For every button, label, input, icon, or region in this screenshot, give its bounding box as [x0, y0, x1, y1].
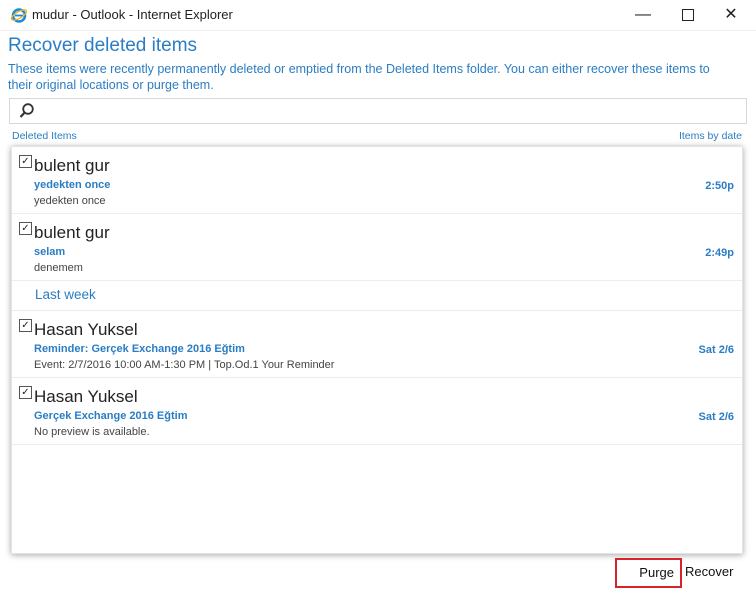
item-checkbox[interactable]: ✓ [19, 319, 32, 332]
item-sender: bulent gur [34, 223, 110, 242]
folder-label: Deleted Items [12, 130, 77, 142]
title-bar: mudur - Outlook - Internet Explorer — ✕ [0, 0, 756, 31]
item-subject: Gerçek Exchange 2016 Eğtim [34, 410, 188, 422]
list-item[interactable]: ✓ bulent gur selam denemem 2:49p [12, 214, 742, 281]
purge-button[interactable]: Purge [615, 558, 682, 588]
search-icon [19, 103, 34, 118]
group-header: Last week [12, 281, 742, 311]
item-sender: bulent gur [34, 156, 110, 175]
item-preview: Event: 2/7/2016 10:00 AM-1:30 PM | Top.O… [34, 359, 335, 371]
item-time: 2:49p [705, 247, 734, 259]
item-preview: No preview is available. [34, 426, 150, 438]
item-checkbox[interactable]: ✓ [19, 386, 32, 399]
item-checkbox[interactable]: ✓ [19, 155, 32, 168]
close-button[interactable]: ✕ [718, 3, 744, 27]
group-title: Last week [35, 287, 96, 302]
sort-dropdown[interactable]: Items by date [679, 130, 742, 142]
dialog-title: Recover deleted items [8, 35, 198, 56]
item-sender: Hasan Yuksel [34, 320, 138, 339]
item-sender: Hasan Yuksel [34, 387, 138, 406]
item-subject: yedekten once [34, 179, 111, 191]
deleted-items-list: ✓ bulent gur yedekten once yedekten once… [11, 146, 743, 554]
list-item[interactable]: ✓ bulent gur yedekten once yedekten once… [12, 147, 742, 214]
search-input[interactable] [9, 98, 747, 124]
list-item[interactable]: ✓ Hasan Yuksel Reminder: Gerçek Exchange… [12, 311, 742, 378]
item-subject: Reminder: Gerçek Exchange 2016 Eğtim [34, 343, 245, 355]
recover-button[interactable]: Recover [685, 564, 733, 579]
maximize-button[interactable] [675, 3, 701, 27]
item-preview: yedekten once [34, 195, 106, 207]
list-item[interactable]: ✓ Hasan Yuksel Gerçek Exchange 2016 Eğti… [12, 378, 742, 445]
item-subject: selam [34, 246, 66, 258]
maximize-icon [682, 9, 694, 21]
item-time: 2:50p [705, 180, 734, 192]
internet-explorer-icon [10, 8, 28, 23]
item-preview: denemem [34, 262, 83, 274]
window-title: mudur - Outlook - Internet Explorer [32, 7, 233, 22]
dialog-description: These items were recently permanently de… [8, 62, 710, 92]
item-time: Sat 2/6 [698, 344, 734, 356]
minimize-button[interactable]: — [630, 3, 656, 27]
item-checkbox[interactable]: ✓ [19, 222, 32, 235]
item-time: Sat 2/6 [698, 411, 734, 423]
